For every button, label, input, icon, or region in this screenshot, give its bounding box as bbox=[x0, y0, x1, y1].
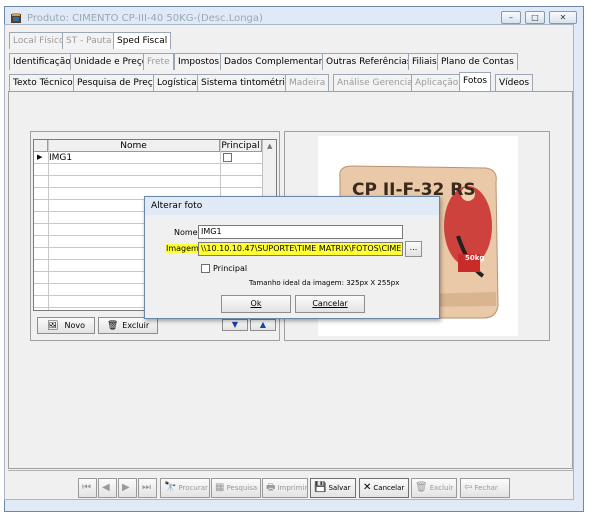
bag-weight: 50kg bbox=[465, 254, 485, 262]
dialog-title-bar: Alterar foto bbox=[145, 197, 439, 215]
close-button[interactable]: ✕ bbox=[549, 11, 577, 24]
imagem-label: Imagem bbox=[166, 244, 199, 253]
table-row[interactable]: ▶ IMG1 bbox=[34, 152, 262, 164]
first-icon: ⏮ bbox=[82, 482, 91, 493]
novo-button[interactable]: 🖼 Novo bbox=[37, 317, 95, 334]
tab-videos[interactable]: Vídeos bbox=[495, 74, 534, 91]
grid-icon: ▦ bbox=[215, 482, 225, 493]
arrow-up-icon: ▲ bbox=[259, 320, 267, 329]
image-size-hint: Tamanho ideal da imagem: 325px X 255px bbox=[249, 279, 400, 287]
browse-button[interactable]: ... bbox=[405, 241, 422, 257]
prev-icon: ◀ bbox=[102, 482, 110, 493]
last-record-button[interactable]: ⏭ bbox=[138, 478, 157, 498]
tab-st-pauta[interactable]: ST - Pauta bbox=[62, 32, 116, 49]
move-up-button[interactable]: ▲ bbox=[250, 319, 276, 331]
trash-icon: 🗑 bbox=[415, 482, 428, 493]
alterar-foto-dialog: Alterar foto Nome IMG1 Imagem \\10.10.10… bbox=[144, 196, 440, 319]
row-nome: IMG1 bbox=[49, 153, 73, 163]
tab-madeira[interactable]: Madeira bbox=[285, 74, 330, 91]
minimize-button[interactable]: – bbox=[501, 11, 521, 24]
tab-fotos[interactable]: Fotos bbox=[459, 72, 492, 91]
tab-plano-contas[interactable]: Plano de Contas bbox=[437, 53, 518, 70]
excluir-toolbar-button[interactable]: 🗑 Excluir bbox=[411, 478, 457, 498]
move-down-button[interactable]: ▼ bbox=[222, 319, 248, 331]
printer-icon: 🖶 bbox=[266, 482, 276, 493]
tab-aplicacao[interactable]: Aplicação bbox=[411, 74, 463, 91]
arrow-down-icon: ▼ bbox=[231, 320, 239, 329]
col-nome[interactable]: Nome bbox=[48, 140, 220, 152]
tab-texto-tecnico[interactable]: Texto Técnico bbox=[9, 74, 77, 91]
tab-unidade-preco[interactable]: Unidade e Preço bbox=[70, 53, 152, 70]
app-icon bbox=[10, 12, 22, 24]
new-image-icon: 🖼 bbox=[47, 321, 59, 331]
binoculars-icon: 🔭 bbox=[164, 482, 177, 493]
principal-checkbox[interactable] bbox=[201, 264, 210, 273]
tab-sped-fiscal[interactable]: Sped Fiscal bbox=[113, 32, 172, 49]
tab-filiais[interactable]: Filiais bbox=[408, 53, 441, 70]
first-record-button[interactable]: ⏮ bbox=[78, 478, 97, 498]
tab-analise-gerencial[interactable]: Análise Gerencial bbox=[333, 74, 420, 91]
excluir-button[interactable]: 🗑 Excluir bbox=[98, 317, 158, 334]
principal-label: Principal bbox=[213, 264, 248, 273]
next-icon: ▶ bbox=[122, 482, 130, 493]
next-record-button[interactable]: ▶ bbox=[118, 478, 137, 498]
maximize-button[interactable]: □ bbox=[525, 11, 545, 24]
row-principal-checkbox[interactable] bbox=[223, 153, 232, 162]
exit-icon: ⇦ bbox=[464, 482, 473, 493]
tab-logistica[interactable]: Logística bbox=[153, 74, 201, 91]
prev-record-button[interactable]: ◀ bbox=[98, 478, 117, 498]
last-icon: ⏭ bbox=[142, 482, 151, 493]
cancelar-dialog-button[interactable]: Cancelar bbox=[295, 295, 365, 313]
floppy-icon: 💾 bbox=[314, 482, 327, 493]
tab-impostos[interactable]: Impostos bbox=[174, 53, 224, 70]
tab-local-fisico[interactable]: Local Físico bbox=[9, 32, 69, 49]
pesquisa-button[interactable]: ▦ Pesquisa bbox=[211, 478, 261, 498]
nome-input[interactable]: IMG1 bbox=[198, 225, 403, 239]
table-row bbox=[34, 164, 262, 176]
tab-outras-referencias[interactable]: Outras Referências bbox=[322, 53, 416, 70]
dialog-title: Alterar foto bbox=[151, 201, 203, 211]
tab-frete[interactable]: Frete bbox=[143, 53, 174, 70]
cancelar-button[interactable]: ✕ Cancelar bbox=[359, 478, 409, 498]
tab-identificacao[interactable]: Identificação bbox=[9, 53, 75, 70]
tab-dados-complementares[interactable]: Dados Complementares bbox=[220, 53, 337, 70]
scroll-up-icon[interactable]: ▲ bbox=[267, 142, 272, 150]
nome-label: Nome bbox=[174, 228, 198, 237]
imagem-input[interactable]: \\10.10.10.47\SUPORTE\TIME MATRIX\FOTOS\… bbox=[198, 242, 403, 256]
cancel-icon: ✕ bbox=[363, 482, 372, 493]
fechar-button[interactable]: ⇦ Fechar bbox=[460, 478, 510, 498]
tab-pesquisa-preco[interactable]: Pesquisa de Preço bbox=[73, 74, 163, 91]
salvar-button[interactable]: 💾 Salvar bbox=[310, 478, 356, 498]
window-title: Produto: CIMENTO CP-III-40 50KG-(Desc.Lo… bbox=[27, 13, 263, 24]
col-principal[interactable]: Principal bbox=[220, 140, 262, 152]
ok-button[interactable]: Ok bbox=[221, 295, 291, 313]
row-pointer-icon: ▶ bbox=[37, 153, 43, 161]
procurar-button[interactable]: 🔭 Procurar bbox=[160, 478, 210, 498]
trash-icon: 🗑 bbox=[106, 321, 119, 331]
table-row bbox=[34, 176, 262, 188]
imprimir-button[interactable]: 🖶 Imprimir bbox=[262, 478, 308, 498]
